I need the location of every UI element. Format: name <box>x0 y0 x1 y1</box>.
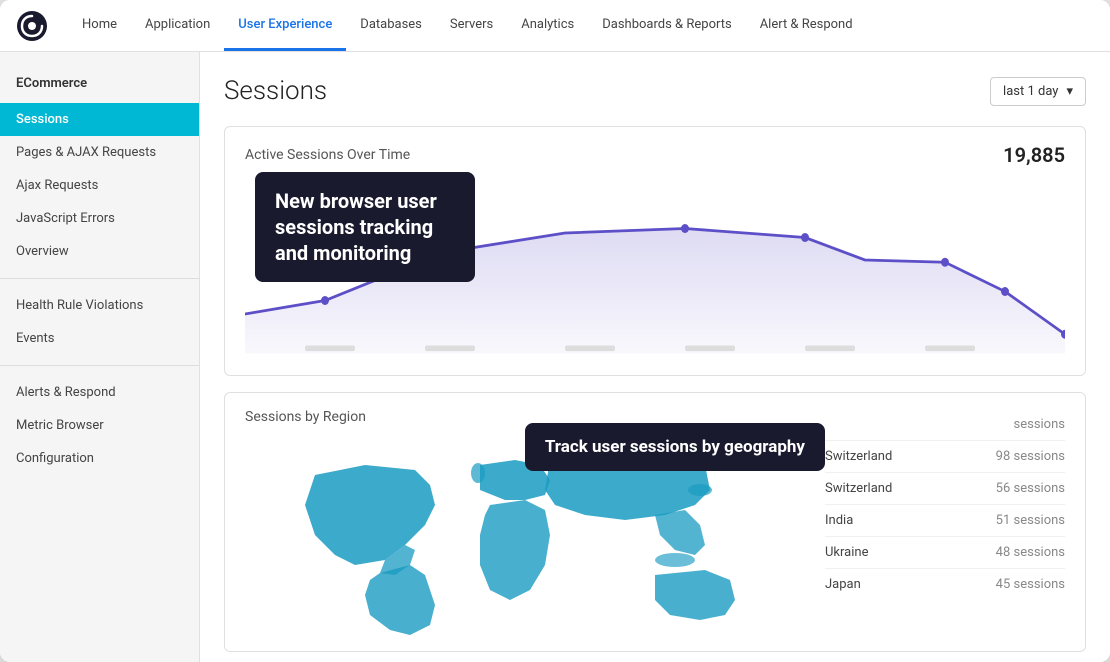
sidebar-item-configuration[interactable]: Configuration <box>0 442 199 475</box>
sidebar-item-alerts-respond[interactable]: Alerts & Respond <box>0 376 199 409</box>
region-count-0: 98 sessions <box>996 449 1065 464</box>
region-country-3: Ukraine <box>825 545 868 560</box>
chart-header: Active Sessions Over Time 19,885 <box>245 143 1065 167</box>
nav-home[interactable]: Home <box>68 0 131 51</box>
main-layout: ECommerce Sessions Pages & AJAX Requests… <box>0 52 1110 662</box>
region-card-title: Sessions by Region <box>245 409 805 425</box>
world-map-svg <box>245 435 805 635</box>
region-row-1: Switzerland 56 sessions <box>825 473 1065 505</box>
sessions-by-region-card: Sessions by Region <box>224 392 1086 652</box>
sidebar-divider-2 <box>0 365 199 366</box>
chevron-down-icon: ▾ <box>1066 84 1073 99</box>
sidebar-item-events[interactable]: Events <box>0 322 199 355</box>
sidebar-item-metric-browser[interactable]: Metric Browser <box>0 409 199 442</box>
region-row-0: Switzerland 98 sessions <box>825 441 1065 473</box>
nav-items: Home Application User Experience Databas… <box>68 0 867 51</box>
chart-container <box>245 179 1065 359</box>
app-window: Home Application User Experience Databas… <box>0 0 1110 662</box>
region-left: Sessions by Region <box>245 409 805 635</box>
chart-value: 19,885 <box>1003 143 1065 167</box>
nav-databases[interactable]: Databases <box>346 0 436 51</box>
region-row-4: Japan 45 sessions <box>825 569 1065 600</box>
nav-analytics[interactable]: Analytics <box>507 0 588 51</box>
region-country-0: Switzerland <box>825 449 892 464</box>
chart-title: Active Sessions Over Time <box>245 147 410 163</box>
region-count-2: 51 sessions <box>996 513 1065 528</box>
nav-dashboards[interactable]: Dashboards & Reports <box>588 0 745 51</box>
sidebar: ECommerce Sessions Pages & AJAX Requests… <box>0 52 200 662</box>
region-header-row: sessions <box>825 409 1065 441</box>
sessions-chart-card: Active Sessions Over Time 19,885 <box>224 126 1086 376</box>
nav-servers[interactable]: Servers <box>436 0 507 51</box>
sidebar-section-title: ECommerce <box>0 68 199 103</box>
sidebar-item-overview[interactable]: Overview <box>0 235 199 268</box>
region-country-4: Japan <box>825 577 861 592</box>
sidebar-item-health-rule[interactable]: Health Rule Violations <box>0 289 199 322</box>
main-content: Sessions last 1 day ▾ Active Sessions Ov… <box>200 52 1110 662</box>
nav-user-experience[interactable]: User Experience <box>224 0 346 51</box>
region-country-2: India <box>825 513 853 528</box>
app-logo[interactable] <box>16 10 48 42</box>
world-map <box>245 435 805 635</box>
region-count-3: 48 sessions <box>996 545 1065 560</box>
sidebar-item-js-errors[interactable]: JavaScript Errors <box>0 202 199 235</box>
region-count-1: 56 sessions <box>996 481 1065 496</box>
time-filter-label: last 1 day <box>1003 84 1058 99</box>
sidebar-item-ajax-requests[interactable]: Ajax Requests <box>0 169 199 202</box>
sidebar-item-sessions[interactable]: Sessions <box>0 103 199 136</box>
nav-alert-respond[interactable]: Alert & Respond <box>746 0 867 51</box>
region-row-3: Ukraine 48 sessions <box>825 537 1065 569</box>
page-title: Sessions <box>224 76 327 106</box>
sidebar-divider-1 <box>0 278 199 279</box>
region-country-1: Switzerland <box>825 481 892 496</box>
nav-application[interactable]: Application <box>131 0 224 51</box>
region-right: sessions Switzerland 98 sessions Switzer… <box>825 409 1065 635</box>
page-header: Sessions last 1 day ▾ <box>224 76 1086 106</box>
region-count-4: 45 sessions <box>996 577 1065 592</box>
top-navigation: Home Application User Experience Databas… <box>0 0 1110 52</box>
region-row-2: India 51 sessions <box>825 505 1065 537</box>
time-filter-dropdown[interactable]: last 1 day ▾ <box>990 77 1086 106</box>
sidebar-item-pages-ajax[interactable]: Pages & AJAX Requests <box>0 136 199 169</box>
region-sessions-header: sessions <box>1014 417 1066 432</box>
sessions-chart-svg <box>245 179 1065 359</box>
